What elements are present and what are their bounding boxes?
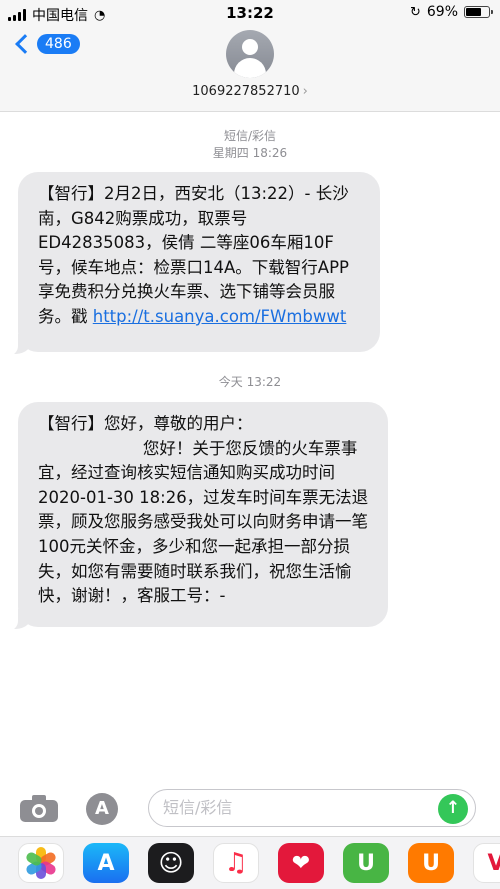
send-button[interactable]: ↑ bbox=[438, 794, 468, 824]
timestamp: 今天 13:22 bbox=[218, 375, 282, 389]
back-button[interactable]: 486 bbox=[12, 34, 80, 54]
heart-app-icon[interactable]: ❤ bbox=[278, 843, 324, 883]
status-bar: 中国电信 ◔ 13:22 ↻ 69% bbox=[0, 0, 500, 26]
app-store-button[interactable]: A bbox=[86, 793, 118, 825]
contact-avatar[interactable] bbox=[226, 30, 274, 78]
message-text: 【智行】2月2日，西安北（13:22）- 长沙南，G842购票成功，取票号ED4… bbox=[38, 184, 349, 326]
message-bubble[interactable]: 【智行】您好，尊敬的用户： 您好！关于您反馈的火车票事宜，经过查询核实短信通知购… bbox=[18, 402, 388, 627]
message-bubble[interactable]: 【智行】2月2日，西安北（13:22）- 长沙南，G842购票成功，取票号ED4… bbox=[18, 172, 380, 352]
message-text: 【智行】您好，尊敬的用户： 您好！关于您反馈的火车票事宜，经过查询核实短信通知购… bbox=[38, 414, 369, 606]
green-app-icon[interactable]: U bbox=[343, 843, 389, 883]
navigation-header: 中国电信 ◔ 13:22 ↻ 69% 486 1069227852710 › bbox=[0, 0, 500, 112]
contact-number: 1069227852710 bbox=[192, 84, 300, 99]
message-link[interactable]: http://t.suanya.com/FWmbwwt bbox=[93, 307, 347, 326]
timestamp: 星期四 18:26 bbox=[212, 146, 288, 160]
message-thread[interactable]: 短信/彩信 星期四 18:26 【智行】2月2日，西安北（13:22）- 长沙南… bbox=[0, 112, 500, 777]
message-input[interactable]: 短信/彩信 bbox=[148, 789, 476, 827]
app-drawer: A ☺ ♫ ❤ U U V bbox=[0, 836, 500, 889]
chevron-right-icon: › bbox=[302, 84, 308, 99]
battery-icon bbox=[464, 6, 493, 18]
camera-icon[interactable] bbox=[20, 794, 58, 822]
contact-number-button[interactable]: 1069227852710 › bbox=[0, 84, 500, 99]
memoji-icon[interactable]: ☺ bbox=[148, 843, 194, 883]
appstore-icon[interactable]: A bbox=[83, 843, 129, 883]
thread-type-label: 短信/彩信 bbox=[223, 129, 277, 143]
compose-bar: A 短信/彩信 ↑ bbox=[0, 780, 500, 836]
chevron-left-icon bbox=[15, 34, 35, 54]
battery-percent: 69% bbox=[426, 4, 458, 20]
photos-icon[interactable] bbox=[18, 843, 64, 883]
person-icon bbox=[242, 39, 258, 55]
unread-count-badge: 486 bbox=[37, 34, 80, 54]
partial-app-icon[interactable]: V bbox=[473, 843, 500, 883]
music-icon[interactable]: ♫ bbox=[213, 843, 259, 883]
orientation-lock-icon: ↻ bbox=[409, 4, 421, 20]
uc-browser-icon[interactable]: U bbox=[408, 843, 454, 883]
